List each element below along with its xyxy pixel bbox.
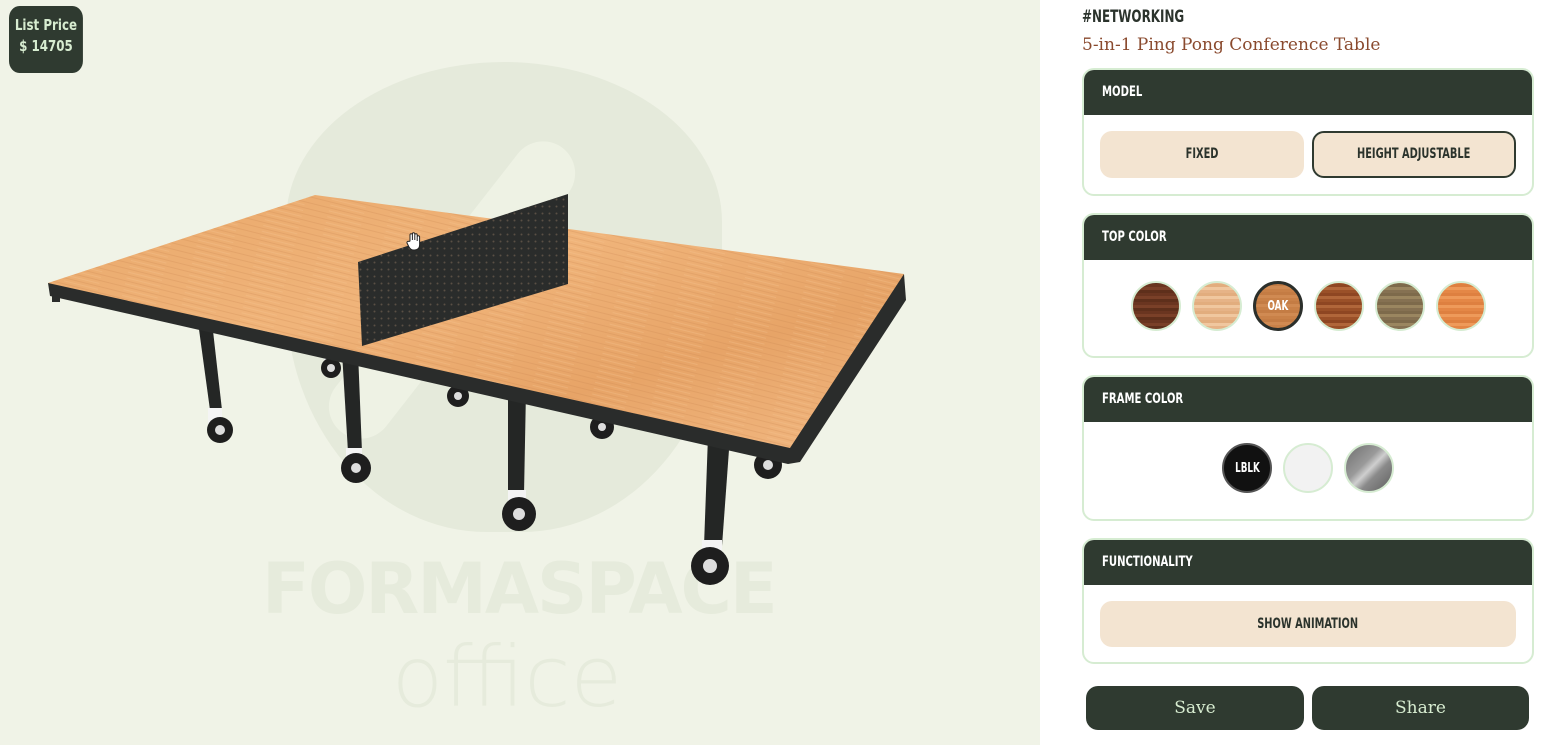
- list-price-badge: List Price $ 14705: [9, 6, 83, 73]
- product-name: 5-in-1 Ping Pong Conference Table: [1082, 35, 1381, 55]
- list-price-label: List Price: [14, 16, 78, 34]
- table-leg: [198, 322, 233, 443]
- frame-color-swatch-white[interactable]: [1283, 443, 1333, 493]
- section-title: TOP COLOR: [1102, 229, 1167, 245]
- top-color-swatch-driftwood[interactable]: [1374, 281, 1425, 331]
- grab-hand-icon: [406, 232, 421, 251]
- list-price-value: $ 14705: [19, 37, 73, 55]
- option-label: FIXED: [1185, 146, 1219, 162]
- functionality-section: FUNCTIONALITY SHOW ANIMATION: [1082, 538, 1534, 664]
- show-animation-button[interactable]: SHOW ANIMATION: [1100, 601, 1516, 647]
- share-button[interactable]: Share: [1312, 686, 1529, 730]
- swatch-label: OAK: [1267, 298, 1288, 314]
- model-option-height-adjustable[interactable]: HEIGHT ADJUSTABLE: [1312, 131, 1516, 178]
- configurator-panel: #NETWORKING 5-in-1 Ping Pong Conference …: [1040, 0, 1551, 745]
- table-leg: [502, 390, 536, 531]
- section-title: FRAME COLOR: [1102, 391, 1184, 407]
- section-header: FRAME COLOR: [1084, 377, 1532, 422]
- frame-color-swatch-black[interactable]: LBLK: [1222, 443, 1272, 493]
- table-leg: [691, 436, 730, 585]
- category-tag: #NETWORKING: [1082, 7, 1185, 27]
- model-option-fixed[interactable]: FIXED: [1100, 131, 1304, 178]
- model-section: MODEL FIXED HEIGHT ADJUSTABLE: [1082, 68, 1534, 196]
- section-header: TOP COLOR: [1084, 215, 1532, 260]
- ping-pong-table-model[interactable]: [0, 0, 1040, 745]
- top-color-section: TOP COLOR OAK: [1082, 213, 1534, 358]
- 3d-viewer[interactable]: FORMASPACE office List Price $ 14705: [0, 0, 1040, 745]
- frame-color-swatch-silver[interactable]: [1344, 443, 1394, 493]
- top-color-swatch-cherry[interactable]: [1313, 281, 1364, 331]
- table-leg: [341, 352, 371, 483]
- swatch-label: LBLK: [1234, 460, 1260, 476]
- frame-color-section: FRAME COLOR LBLK: [1082, 375, 1534, 521]
- top-color-swatches: OAK: [1084, 281, 1532, 331]
- top-color-swatch-oak[interactable]: OAK: [1252, 281, 1303, 331]
- top-color-swatch-maple[interactable]: [1191, 281, 1242, 331]
- button-label: SHOW ANIMATION: [1257, 616, 1359, 632]
- section-header: FUNCTIONALITY: [1084, 540, 1532, 585]
- save-button[interactable]: Save: [1086, 686, 1304, 730]
- section-header: MODEL: [1084, 70, 1532, 115]
- top-color-swatch-amber[interactable]: [1435, 281, 1486, 331]
- section-title: MODEL: [1102, 84, 1143, 100]
- section-title: FUNCTIONALITY: [1102, 554, 1193, 570]
- top-color-swatch-dark-walnut[interactable]: [1130, 281, 1181, 331]
- frame-color-swatches: LBLK: [1084, 443, 1532, 493]
- option-label: HEIGHT ADJUSTABLE: [1357, 146, 1471, 162]
